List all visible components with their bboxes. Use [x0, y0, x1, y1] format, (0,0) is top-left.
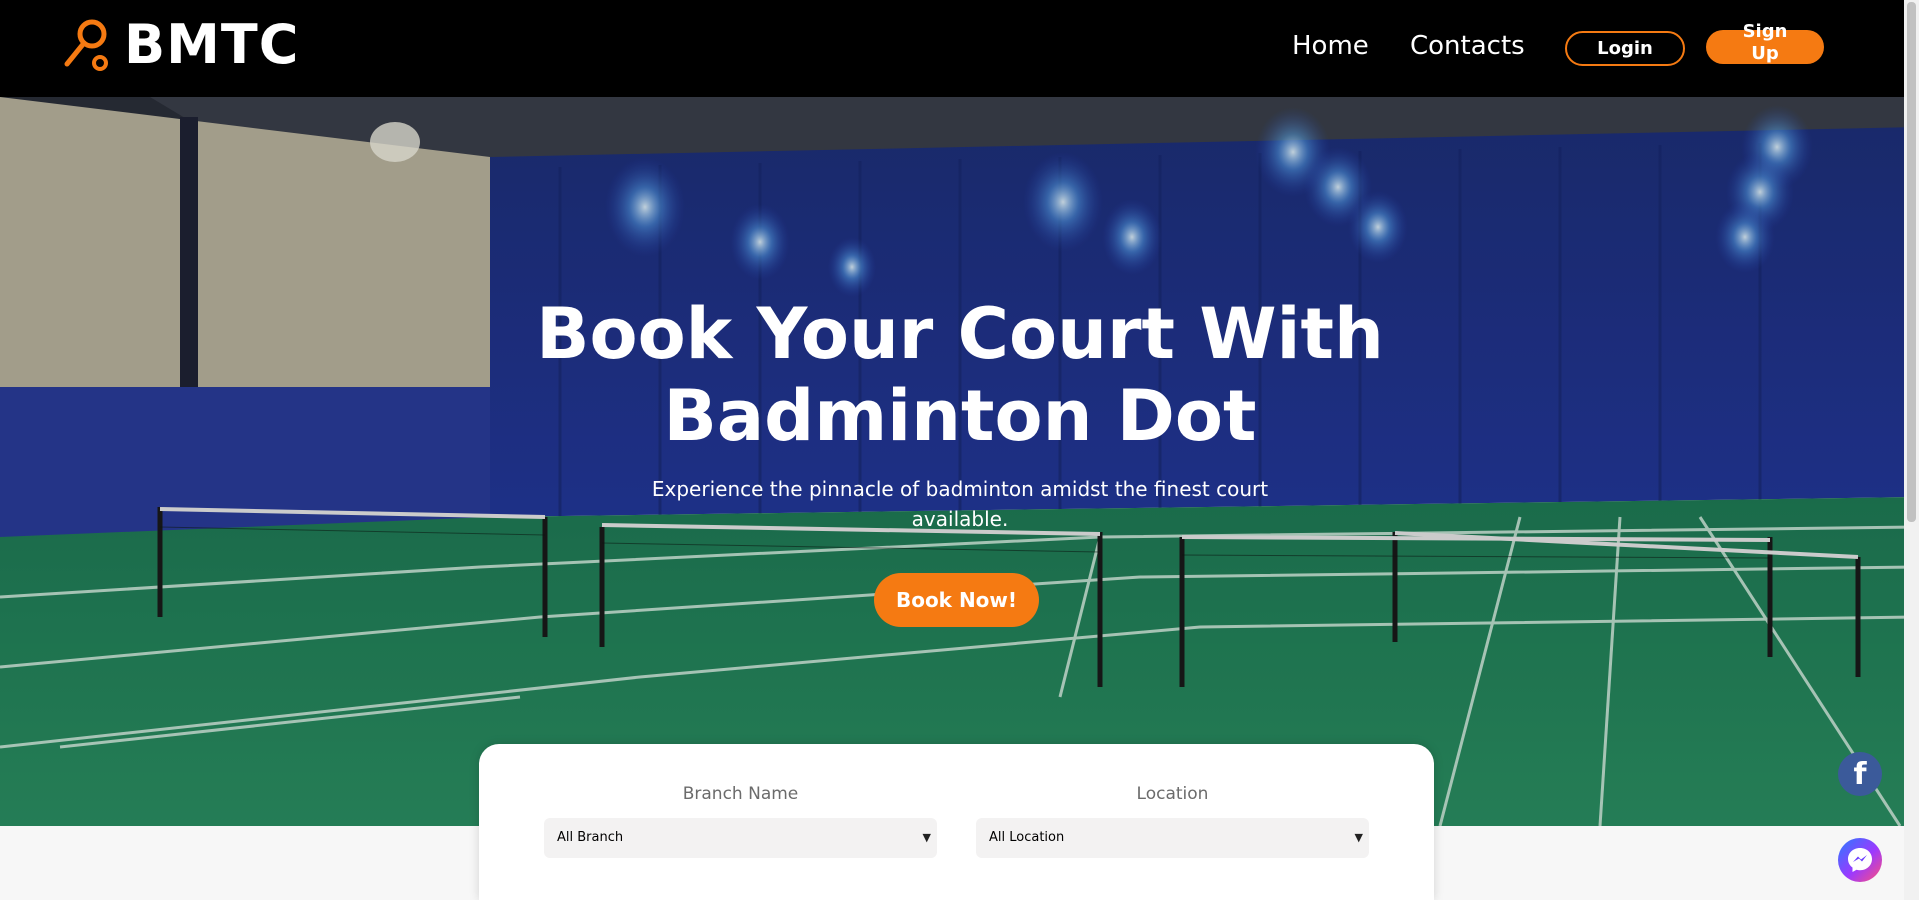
hero-section: Book Your Court With Badminton Dot Exper…	[0, 97, 1919, 826]
book-now-button[interactable]: Book Now!	[874, 573, 1039, 627]
brand-logo[interactable]: BMTC	[62, 17, 299, 73]
branch-name-label: Branch Name	[682, 784, 799, 804]
messenger-icon	[1848, 848, 1872, 872]
location-select[interactable]: All Location ▼	[976, 818, 1369, 858]
racket-logo-icon	[64, 19, 108, 71]
chevron-down-icon: ▼	[922, 831, 931, 844]
messenger-button[interactable]	[1838, 838, 1882, 882]
nav-contacts-link[interactable]: Contacts	[1410, 26, 1525, 66]
login-button[interactable]: Login	[1565, 31, 1685, 66]
signup-button-label: Sign Up	[1742, 21, 1788, 64]
location-label: Location	[1136, 784, 1209, 804]
branch-select[interactable]: All Branch ▼	[544, 818, 937, 858]
scrollbar-thumb[interactable]	[1907, 2, 1916, 522]
hero-title: Book Your Court With Badminton Dot	[536, 293, 1384, 457]
hero-dim-overlay	[0, 97, 1919, 826]
top-navbar: BMTC Home Contacts Login Sign Up	[0, 0, 1919, 97]
location-select-value: All Location	[989, 830, 1065, 845]
signup-button[interactable]: Sign Up	[1706, 21, 1824, 64]
court-search-panel: Branch Name Location All Branch ▼ All Lo…	[479, 744, 1434, 900]
brand-name: BMTC	[124, 13, 300, 76]
chevron-down-icon: ▼	[1354, 831, 1363, 844]
page-scrollbar[interactable]	[1904, 0, 1919, 900]
facebook-button[interactable]: f	[1838, 752, 1882, 796]
facebook-icon: f	[1853, 757, 1867, 792]
hero-subtitle: Experience the pinnacle of badminton ami…	[651, 477, 1269, 531]
nav-home-link[interactable]: Home	[1292, 26, 1369, 66]
branch-select-value: All Branch	[557, 830, 624, 845]
